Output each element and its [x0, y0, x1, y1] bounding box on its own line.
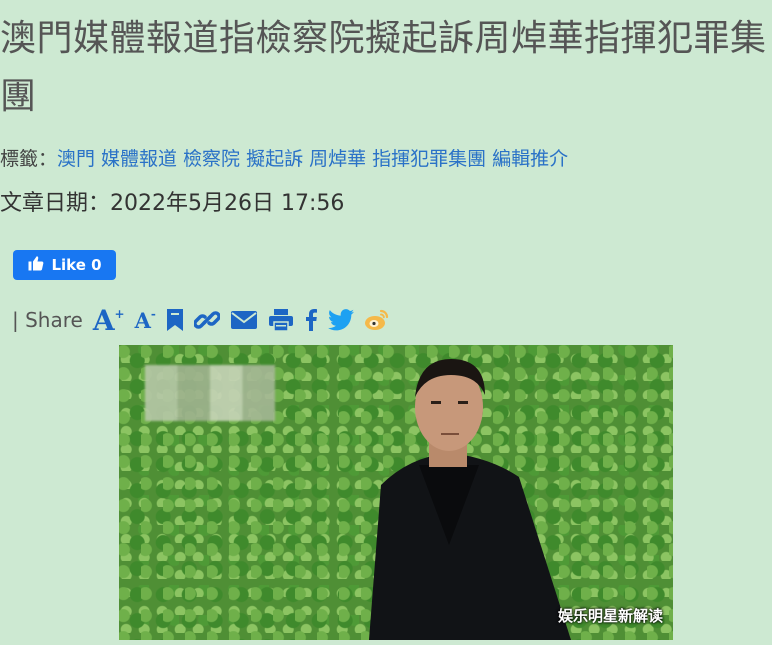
weibo-icon[interactable] [364, 305, 390, 335]
watermark-text: 娱乐明星新解读 [557, 607, 663, 625]
thumbs-up-icon [27, 254, 45, 276]
date-label: 文章日期： [0, 191, 111, 216]
article-date: 文章日期：2022年5月26日 17:56 [0, 185, 344, 217]
share-toolbar: | Share A + A- [12, 304, 390, 337]
tags-label: 標籤： [0, 148, 58, 170]
tag-link[interactable]: 指揮犯罪集團 [372, 148, 486, 170]
tag-link[interactable]: 擬起訴 [246, 148, 303, 170]
tag-link[interactable]: 編輯推介 [492, 148, 568, 170]
email-icon[interactable] [230, 305, 258, 335]
date-value: 2022年5月26日 17:56 [110, 191, 345, 216]
facebook-icon[interactable] [304, 305, 318, 335]
print-icon[interactable] [268, 305, 294, 335]
article-title: 澳門媒體報道指檢察院擬起訴周焯華指揮犯罪集團 [0, 18, 767, 117]
tag-link[interactable]: 媒體報道 [101, 148, 177, 170]
tags-row: 標籤：澳門 媒體報道 檢察院 擬起訴 周焯華 指揮犯罪集團 編輯推介 [0, 144, 574, 171]
tag-link[interactable]: 澳門 [57, 148, 95, 170]
facebook-like-button[interactable]: Like 0 [13, 250, 116, 280]
font-decrease-icon[interactable]: A- [135, 305, 156, 335]
share-label: | Share [12, 308, 83, 332]
link-icon[interactable] [193, 305, 220, 335]
pixelated-logo [145, 365, 275, 421]
tag-link[interactable]: 檢察院 [183, 148, 240, 170]
font-increase-icon[interactable]: A + [93, 304, 125, 337]
bookmark-icon[interactable] [166, 305, 184, 335]
tag-link[interactable]: 周焯華 [309, 148, 366, 170]
like-label: Like 0 [51, 256, 102, 274]
twitter-icon[interactable] [327, 305, 354, 335]
